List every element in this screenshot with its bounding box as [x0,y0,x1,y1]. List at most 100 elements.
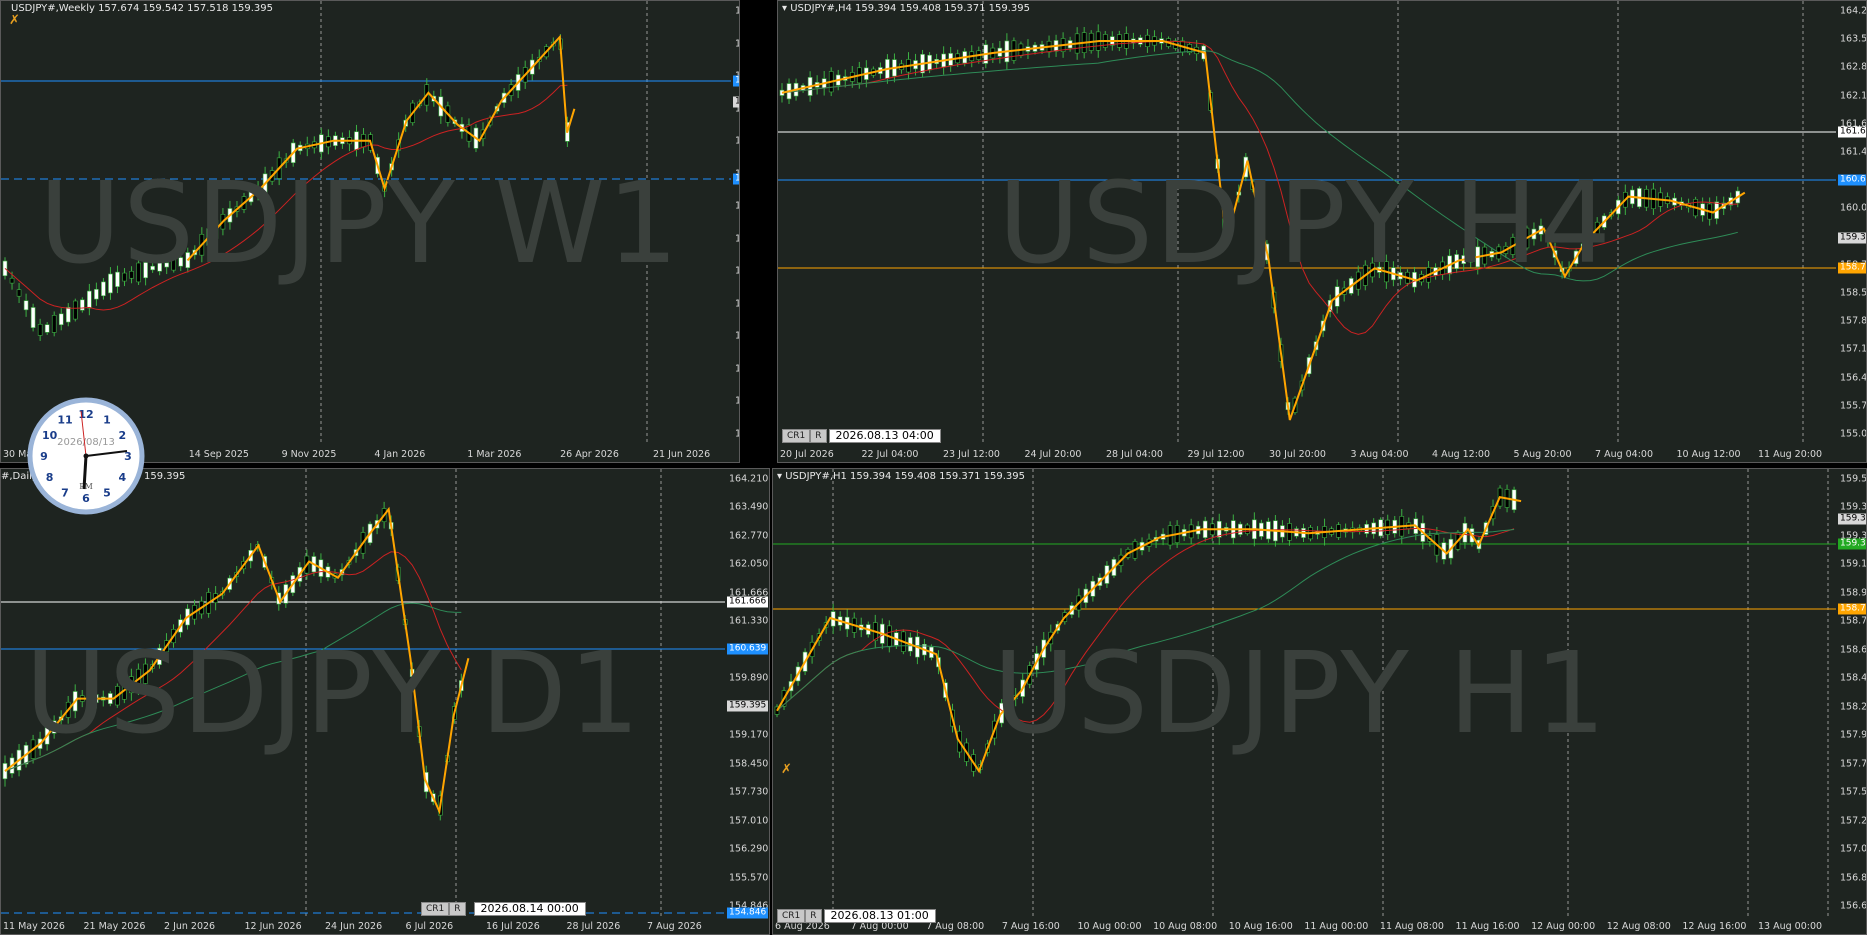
time-tick-label: 28 Jul 04:00 [1106,449,1163,460]
price-tag: 159.39 [1838,232,1866,244]
chart-pane-w1[interactable]: USDJPY W1 USDJPY#,Weekly 157.674 159.542… [0,0,740,463]
pane-title-w1: USDJPY#,Weekly 157.674 159.542 157.518 1… [11,3,274,14]
time-tick-label: 11 Aug 16:00 [1455,921,1520,932]
price-tag: 154.846 [733,173,739,185]
price-tag: 158.70 [1838,262,1866,274]
price-tick-label: 159.10 [1840,558,1867,570]
chart-pane-h4[interactable]: USDJPY H4 ▾ USDJPY#,H4 159.394 159.408 1… [777,0,1867,463]
price-tick-label: 163.490 [729,501,769,513]
collapse-triangle-icon[interactable]: ▾ [782,3,790,14]
price-tick-label: 157.010 [729,815,769,827]
price-axis-h4[interactable]: 164.25 163.55 162.80 162.10 161.66 161.40 160.… [1836,1,1867,462]
crosshair-box-h4[interactable]: CR1 R 2026.08.13 04:00 [782,429,941,443]
price-tick-label: 158.20 [1840,701,1867,713]
r-button[interactable]: R [810,429,827,443]
time-tick-label: 26 Apr 2026 [560,449,619,460]
time-tick-label: 10 Aug 12:00 [1676,449,1741,460]
price-tick-label: 145.265 [735,331,739,342]
time-tick-label: 20 Jul 2026 [780,449,834,460]
time-axis-d1[interactable]: 11 May 2026 21 May 2026 2 Jun 2026 12 Jun 2… [1,918,725,934]
time-tick-label: 7 Aug 04:00 [1595,449,1654,460]
cr1-button[interactable]: CR1 [421,902,450,916]
r-button[interactable]: R [805,909,822,923]
clock-number: 1 [103,414,111,427]
price-tick-label: 164.210 [729,473,769,485]
price-tick-label: 156.80 [1840,872,1867,884]
time-axis-h4[interactable]: 20 Jul 2026 22 Jul 04:00 23 Jul 12:00 24 Ju… [778,446,1836,462]
time-tick-label: 24 Jul 20:00 [1024,449,1082,460]
price-tick-label: 158.65 [1840,644,1867,656]
price-tick-label: 158.90 [1840,587,1867,599]
time-tick-label: 21 Jun 2026 [653,449,711,460]
time-tick-label: 4 Jan 2026 [374,449,426,460]
crosshair-box-d1[interactable]: CR1 R 2026.08.14 00:00 [421,902,586,916]
time-tick-label: 29 Jul 12:00 [1187,449,1245,460]
time-tick-label: 3 Aug 04:00 [1350,449,1409,460]
time-tick-label: 1 Mar 2026 [467,449,522,460]
candle-body [37,323,43,336]
time-tick-label: 6 Jul 2026 [405,921,454,932]
price-tick-label: 147.190 [735,298,739,309]
price-tick-label: 159.170 [729,729,769,741]
trade-arrow-icon: ✗ [781,762,792,777]
candle-body [23,300,29,311]
candle-body [87,290,92,309]
price-tick-label: 158.70 [1840,615,1867,627]
time-tick-label: 30 Jul 20:00 [1269,449,1326,460]
price-axis-d1[interactable]: 164.210 163.490 162.770 162.050 161.666 161.3… [725,469,769,934]
candle-body [58,313,64,326]
price-tick-label: 156.40 [1840,372,1867,384]
price-axis-w1[interactable]: 164.680162.755160.635158.850156.925155.0… [731,1,739,462]
price-tick-label: 157.50 [1840,786,1867,798]
price-tick-label: 155.70 [1840,400,1867,412]
price-axis-h1[interactable]: 159.50159.39159.31159.10158.90158.70158.… [1836,469,1867,934]
price-tick-label: 156.60 [1840,900,1867,912]
chart-pane-h1[interactable]: USDJPY H1 ▾ USDJPY#,H1 159.394 159.408 1… [772,468,1867,935]
price-tag: 160.639 [727,643,769,655]
time-tick-label: 9 Nov 2025 [281,449,337,460]
time-tick-label: 12 Aug 00:00 [1531,921,1596,932]
time-tick-label: 24 Jun 2026 [325,921,383,932]
pane-title-h4: ▾ USDJPY#,H4 159.394 159.408 159.371 159… [782,3,1030,14]
crosshair-date: 2026.08.13 01:00 [823,909,936,923]
time-tick-label: 5 Aug 20:00 [1513,449,1572,460]
candle-body [16,289,22,297]
price-tick-label: 157.95 [1840,729,1867,741]
price-tag: 160.635 [733,75,739,87]
time-tick-label: 21 May 2026 [83,921,146,932]
price-tick-label: 149.115 [735,266,739,277]
time-tick-label: 13 Aug 00:00 [1758,921,1823,932]
clock-number: 5 [103,486,111,499]
time-tick-label: 7 Aug 16:00 [1001,921,1060,932]
watermark-h1: USDJPY H1 [993,629,1608,759]
time-tick-label: 14 Sep 2025 [188,449,249,460]
cr1-button[interactable]: CR1 [777,909,806,923]
price-tick-label: 162.10 [1840,90,1867,102]
time-tick-label: 11 Aug 00:00 [1304,921,1369,932]
time-tick-label: 10 Aug 08:00 [1153,921,1218,932]
price-tick-label: 157.75 [1840,758,1867,770]
time-tick-label: 12 Aug 16:00 [1682,921,1747,932]
crosshair-box-h1[interactable]: CR1 R 2026.08.13 01:00 [777,909,936,923]
price-tick-label: 157.85 [1840,315,1867,327]
price-tick-label: 160.00 [1840,202,1867,214]
time-tick-label: 22 Jul 04:00 [861,449,919,460]
analog-clock-widget[interactable]: 12 12345678910112026/08/13PM [27,397,145,515]
candle-body [2,260,8,277]
chart-pane-d1[interactable]: USDJPY D1 #,Daily 159.395 164.210 163.490… [0,468,770,935]
time-tick-label: 10 Aug 00:00 [1077,921,1142,932]
price-tick-label: 155.00 [1840,428,1867,440]
time-tick-label: 11 Aug 08:00 [1379,921,1444,932]
price-tick-label: 161.330 [729,615,769,627]
crosshair-date: 2026.08.14 00:00 [473,902,586,916]
clock-number: 11 [57,414,72,427]
price-tick-label: 139.435 [735,429,739,440]
time-tick-label: 2 Jun 2026 [164,921,216,932]
cr1-button[interactable]: CR1 [782,429,811,443]
collapse-triangle-icon[interactable]: ▾ [777,471,785,482]
r-button[interactable]: R [449,902,466,916]
pane-title-h4-text: USDJPY#,H4 159.394 159.408 159.371 159.3… [790,3,1031,14]
pane-title-h1-text: USDJPY#,H1 159.394 159.408 159.371 159.3… [785,471,1026,482]
price-tick-label: 159.890 [729,672,769,684]
price-tick-label: 156.925 [735,136,739,147]
